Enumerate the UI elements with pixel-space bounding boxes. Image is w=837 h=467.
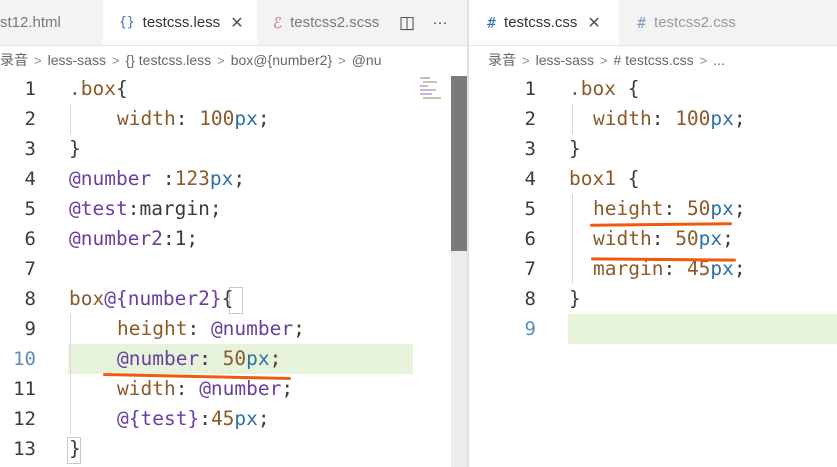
indent-guide <box>572 194 573 284</box>
chevron-right-icon: > <box>699 52 708 68</box>
code-line-1[interactable]: .box{ <box>69 74 128 104</box>
line-number: 3 <box>24 138 36 160</box>
close-icon[interactable]: ✕ <box>587 13 600 33</box>
tab-testcss2-css[interactable]: # testcss2.css <box>619 0 774 45</box>
line-number: 8 <box>524 288 536 310</box>
chevron-right-icon: > <box>522 52 530 68</box>
code-line-2[interactable]: width: 100px; <box>593 104 746 134</box>
current-line-highlight <box>568 314 837 344</box>
code-line-12[interactable]: @{test}:45px; <box>117 404 270 434</box>
breadcrumb-item[interactable]: ... <box>713 52 725 68</box>
code-line-9[interactable]: height: @number; <box>117 314 305 344</box>
code-line-13[interactable]: } <box>69 434 81 464</box>
pane-divider[interactable] <box>467 0 469 467</box>
chevron-right-icon: > <box>34 52 42 68</box>
code-line-8[interactable]: box@{number2}{ <box>69 284 233 314</box>
tab-label: st12.html <box>0 14 61 31</box>
line-number: 4 <box>524 168 536 190</box>
more-icon: ··· <box>432 14 448 31</box>
line-number: 7 <box>24 258 36 280</box>
more-actions-button[interactable]: ··· <box>426 0 454 45</box>
line-number: 2 <box>24 108 36 130</box>
line-number: 5 <box>524 198 536 220</box>
split-editor-button[interactable]: ◫ <box>396 0 418 45</box>
breadcrumb-item[interactable]: 录音 <box>488 50 516 70</box>
breadcrumb-item[interactable]: 录音 <box>0 50 28 70</box>
indent-guide <box>70 104 71 134</box>
line-number: 2 <box>524 108 536 130</box>
code-line-8[interactable]: } <box>569 284 581 314</box>
breadcrumb-left: 录音 > less-sass > {} testcss.less > box@{num… <box>0 45 467 75</box>
line-number: 6 <box>524 228 536 250</box>
code-line-2[interactable]: width: 100px; <box>117 104 270 134</box>
code-line-3[interactable]: } <box>569 134 581 164</box>
hash-icon: # <box>637 13 647 32</box>
line-number-current: 10 <box>13 348 36 370</box>
line-number: 4 <box>24 168 36 190</box>
code-line-3[interactable]: } <box>69 134 81 164</box>
tab-testcss2-scss[interactable]: ℰ testcss2.scss <box>257 0 389 45</box>
line-number: 1 <box>524 78 536 100</box>
line-number: 13 <box>13 438 36 460</box>
tab-testcss-less[interactable]: {} testcss.less ✕ <box>103 0 257 45</box>
breadcrumb-item[interactable]: # testcss.css <box>614 52 694 68</box>
braces-icon: {} <box>119 15 135 30</box>
tab-st12-html[interactable]: st12.html <box>0 0 103 45</box>
line-number: 11 <box>13 378 36 400</box>
breadcrumb-item[interactable]: less-sass <box>48 52 106 68</box>
code-line-10[interactable]: @number: 50px; <box>117 344 281 374</box>
breadcrumb-item[interactable]: box@{number2} <box>231 52 332 68</box>
code-line-5[interactable]: height: 50px; <box>593 194 746 224</box>
tab-testcss-css[interactable]: # testcss.css ✕ <box>469 0 619 45</box>
tab-label: testcss.css <box>504 14 578 31</box>
line-number: 5 <box>24 198 36 220</box>
tab-label: testcss2.css <box>654 14 736 31</box>
tab-label: testcss.less <box>142 14 221 31</box>
code-line-4[interactable]: @number :123px; <box>69 164 245 194</box>
chevron-right-icon: > <box>599 52 608 68</box>
minimap[interactable] <box>420 76 450 102</box>
close-icon[interactable]: ✕ <box>230 13 243 33</box>
breadcrumb-item[interactable]: {} testcss.less <box>126 52 212 68</box>
indent-guide <box>572 104 573 134</box>
breadcrumb-right: 录音 > less-sass > # testcss.css > ... <box>488 45 837 75</box>
line-number: 1 <box>24 78 36 100</box>
breadcrumb-item[interactable]: @nu <box>352 52 382 68</box>
chevron-right-icon: > <box>111 52 120 68</box>
split-editor-icon: ◫ <box>398 12 416 32</box>
indent-guide <box>70 314 71 434</box>
code-line-6[interactable]: width: 50px; <box>593 224 734 254</box>
line-number: 12 <box>13 408 36 430</box>
chevron-right-icon: > <box>338 52 346 68</box>
line-number: 6 <box>24 228 36 250</box>
line-number: 3 <box>524 138 536 160</box>
breadcrumb-item[interactable]: less-sass <box>536 52 594 68</box>
line-number: 9 <box>24 318 36 340</box>
hash-icon: # <box>487 13 497 32</box>
line-number-current: 9 <box>524 318 536 340</box>
code-line-4[interactable]: box1 { <box>569 164 639 194</box>
line-number: 8 <box>24 288 36 310</box>
code-line-1[interactable]: .box { <box>569 74 639 104</box>
code-line-6[interactable]: @number2:1; <box>69 224 198 254</box>
chevron-right-icon: > <box>217 52 225 68</box>
left-scrollbar-thumb[interactable] <box>451 76 467 251</box>
code-line-5[interactable]: @test:margin; <box>69 194 222 224</box>
line-number: 7 <box>524 258 536 280</box>
tab-label: testcss2.scss <box>290 14 380 31</box>
sass-icon: ℰ <box>273 13 283 32</box>
